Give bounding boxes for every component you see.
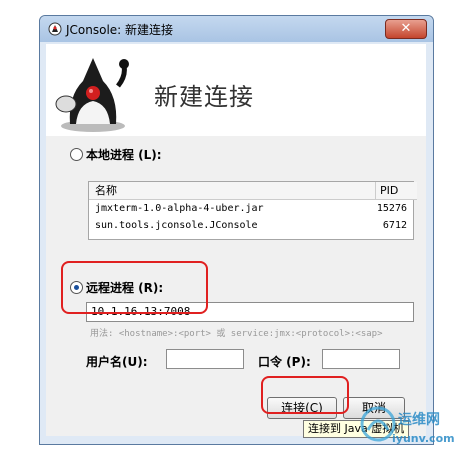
column-header-name[interactable]: 名称 [89, 182, 376, 200]
username-input[interactable] [166, 349, 244, 369]
jconsole-dialog: JConsole: 新建连接 ✕ 新建连接 本地进程 (L): 名称 PID j… [39, 15, 434, 445]
process-pid[interactable]: 6712 [383, 218, 407, 234]
remote-highlight-annotation [61, 261, 208, 314]
duke-mascot-icon [55, 58, 129, 132]
username-label: 用户名(U): [86, 355, 148, 369]
column-header-pid[interactable]: PID [376, 182, 417, 200]
close-button[interactable]: ✕ [385, 19, 427, 39]
jconsole-app-icon [48, 22, 62, 36]
password-label: 口令 (P): [258, 355, 311, 369]
process-name[interactable]: jmxterm-1.0-alpha-4-uber.jar [95, 201, 264, 217]
close-icon: ✕ [400, 21, 412, 36]
usage-hint: 用法: <hostname>:<port> 或 service:jmx:<pro… [90, 329, 383, 339]
title-bar: JConsole: 新建连接 ✕ [40, 16, 433, 42]
local-process-table[interactable]: 名称 PID jmxterm-1.0-alpha-4-uber.jar 1527… [88, 181, 417, 240]
connect-highlight-annotation [261, 376, 349, 414]
dialog-header: 新建连接 [46, 44, 426, 136]
header-title: 新建连接 [154, 83, 254, 111]
process-pid[interactable]: 15276 [377, 201, 407, 217]
local-process-label: 本地进程 (L): [86, 148, 162, 162]
local-process-radio[interactable] [70, 148, 83, 161]
window-title: JConsole: 新建连接 [66, 23, 174, 37]
dialog-content: 新建连接 本地进程 (L): 名称 PID jmxterm-1.0-alpha-… [46, 44, 426, 436]
password-input[interactable] [322, 349, 400, 369]
site-watermark: 运维网 iyunv.com [360, 406, 455, 445]
watermark-url: iyunv.com [392, 432, 455, 445]
watermark-text: 运维网 [398, 411, 440, 428]
process-name[interactable]: sun.tools.jconsole.JConsole [95, 218, 258, 234]
